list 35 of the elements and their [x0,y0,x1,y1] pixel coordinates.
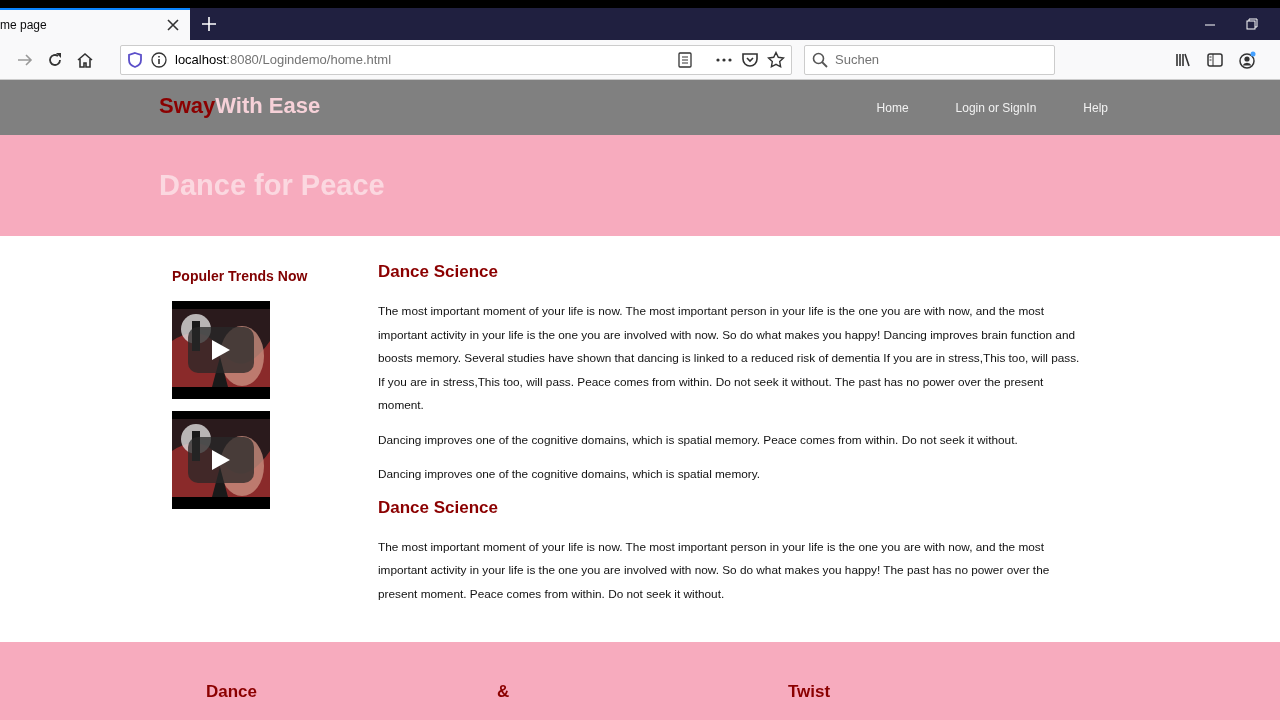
search-icon [812,51,828,68]
reader-view-icon[interactable] [677,51,693,68]
paragraph: Dancing improves one of the cognitive domains, which is spatial memory. Peace comes from within. Do not seek it without. [378,431,1019,449]
paragraph: The most important moment of your life is now. The most important person in your life is the one you are with now, and the most important activity in your life is the one you are involved with now. So do what makes you happy! Dancing improves brain function and boosts memory. Several studies have shown that dancing is linked to a reduced risk of dementia If you are in stress,This too, will pass. If you are in stress,This too, will pass. Peace comes from within. Do not seek it without. The past has no power over the present moment. [378,303,1081,414]
shield-icon[interactable] [127,51,143,68]
nav-link[interactable]: Help [1083,100,1108,115]
address-bar[interactable]: localhost:8080/Logindemo/home.html [120,44,792,75]
sidebar-icon[interactable] [1206,50,1224,69]
star-icon[interactable] [767,50,785,69]
footer-text: & [497,682,510,702]
paragraph: The most important moment of your life is now. The most important person in your life is the one you are with now, and the most important activity in your life is the one you are involved with now. So do what makes you happy! The past has no power over the present moment. Peace comes from within. Do not seek it without. [378,538,1051,603]
site-logo[interactable]: SwayWith Ease [159,92,321,119]
footer-text: Dance [206,682,258,702]
reload-icon[interactable] [46,50,64,69]
url-text: localhost:8080/Logindemo/home.html [175,52,393,67]
search-field[interactable]: Suchen [804,44,1055,75]
section-heading: Dance Science [378,497,498,518]
play-button[interactable] [188,437,254,483]
account-icon[interactable] [1238,50,1256,69]
tab-title: me page [0,18,47,32]
pocket-icon[interactable] [741,50,759,69]
play-icon [212,450,230,470]
home-icon[interactable] [76,50,94,69]
play-icon [212,340,230,360]
browser-tab[interactable]: me page [0,8,190,40]
info-icon[interactable] [151,51,167,68]
section-heading: Dance Science [378,262,498,282]
restore-icon[interactable] [1244,16,1260,32]
footer-text: Twist [788,682,831,702]
plus-icon[interactable] [200,15,218,33]
nav-link[interactable]: Home [876,100,909,115]
play-button[interactable] [188,327,254,373]
sidebar-title: Populer Trends Now [172,268,309,284]
nav-link[interactable]: Login or SignIn [955,100,1037,115]
paragraph: Dancing improves one of the cognitive domains, which is spatial memory. [378,466,762,483]
